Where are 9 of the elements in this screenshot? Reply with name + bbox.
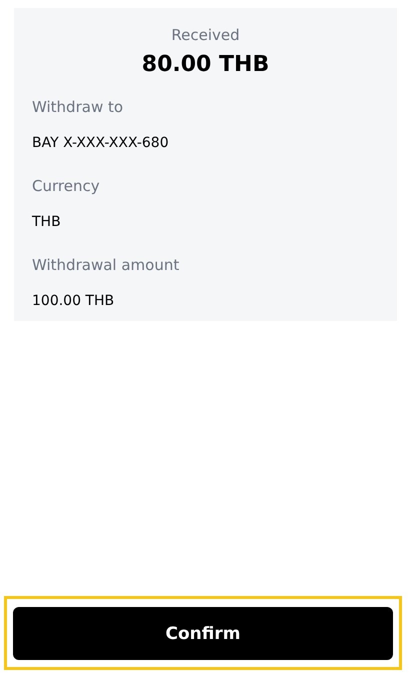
detail-label: Withdraw to bbox=[32, 97, 124, 117]
received-label: Received bbox=[171, 25, 240, 45]
detail-value: THB bbox=[32, 213, 62, 232]
detail-label: Withdrawal amount bbox=[32, 255, 180, 275]
detail-value: 100.00 THB bbox=[32, 292, 116, 311]
detail-value: BAY X-XXX-XXX-680 bbox=[32, 134, 170, 153]
received-amount: 80.00 THB bbox=[142, 51, 270, 79]
detail-label: Currency bbox=[32, 176, 101, 196]
confirm-button[interactable]: Confirm bbox=[13, 607, 393, 660]
